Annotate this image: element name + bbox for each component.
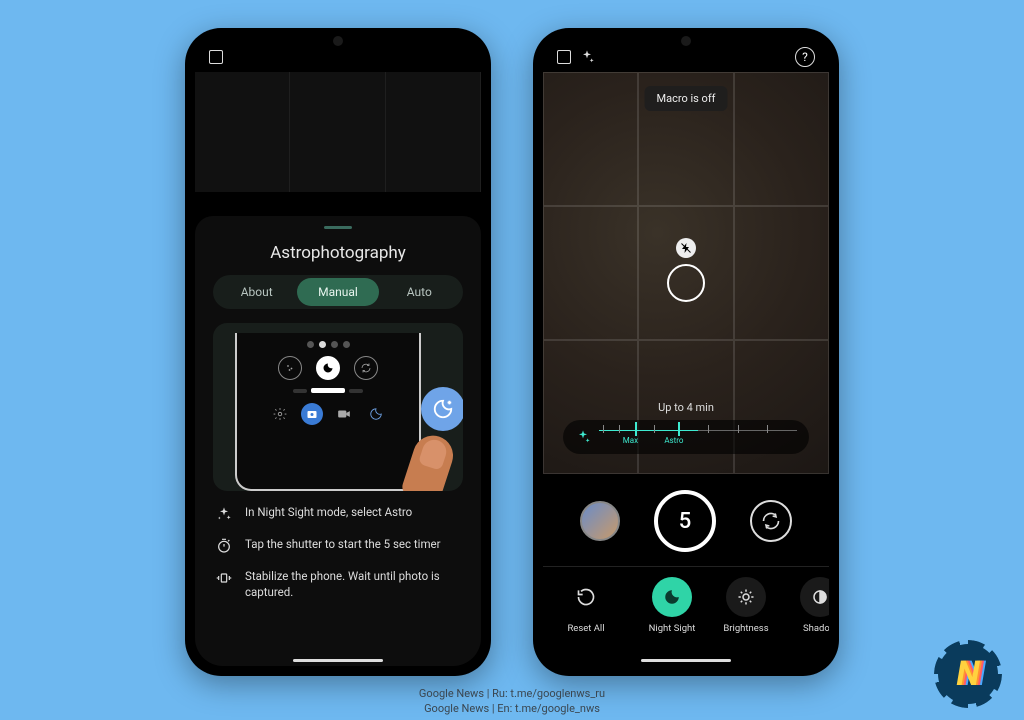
mini-settings-icon xyxy=(269,403,291,425)
mini-stars-icon xyxy=(278,356,302,380)
viewfinder[interactable]: Macro is off Up to 4 min xyxy=(543,72,829,474)
macro-toast: Macro is off xyxy=(645,86,728,111)
sparkle-icon xyxy=(215,505,233,523)
astro-mode-highlight-icon xyxy=(421,387,463,431)
gallery-thumbnail[interactable] xyxy=(580,501,620,541)
status-qr-icon xyxy=(557,50,571,64)
sparkle-icon[interactable] xyxy=(579,49,595,65)
focus-ring xyxy=(667,264,705,302)
step-text: In Night Sight mode, select Astro xyxy=(245,505,412,521)
mini-photo-icon xyxy=(301,403,323,425)
flash-off-icon xyxy=(676,238,696,258)
phone-left: Astrophotography About Manual Auto xyxy=(185,28,491,676)
sheet-title: Astrophotography xyxy=(209,243,467,263)
adjustment-modes: Reset All Night Sight Brightness xyxy=(543,577,829,634)
mini-video-icon xyxy=(333,403,355,425)
mode-brightness[interactable]: Brightness xyxy=(713,577,779,634)
instruction-list: In Night Sight mode, select Astro Tap th… xyxy=(215,505,461,600)
tab-auto[interactable]: Auto xyxy=(379,278,460,306)
stabilize-icon xyxy=(215,569,233,587)
watermark-logo: N xyxy=(938,644,998,704)
phone-right: ? Macro is off Up to 4 min xyxy=(533,28,839,676)
scale-astro-label: Astro xyxy=(664,436,683,445)
timer-icon xyxy=(215,537,233,555)
shutter-button[interactable]: 5 xyxy=(654,490,716,552)
tab-group: About Manual Auto xyxy=(213,275,463,309)
camera-notch xyxy=(681,36,691,46)
tab-about[interactable]: About xyxy=(216,278,297,306)
focus-indicator xyxy=(667,238,705,302)
sheet-grabber[interactable] xyxy=(324,226,352,229)
switch-camera-button[interactable] xyxy=(750,500,792,542)
mini-moon-icon xyxy=(316,356,340,380)
moon-icon xyxy=(652,577,692,617)
viewfinder-preview xyxy=(195,72,481,192)
status-bar: ? xyxy=(557,48,815,66)
reset-icon xyxy=(566,577,606,617)
mini-refresh-icon xyxy=(354,356,378,380)
mini-nightsight-icon xyxy=(365,403,387,425)
help-icon[interactable]: ? xyxy=(795,47,815,67)
shadow-icon xyxy=(800,577,829,617)
step-text: Tap the shutter to start the 5 sec timer xyxy=(245,537,441,553)
step-text: Stabilize the phone. Wait until photo is… xyxy=(245,569,461,600)
mode-night-sight[interactable]: Night Sight xyxy=(639,577,705,634)
home-indicator[interactable] xyxy=(641,659,731,662)
scale-max-label: Max xyxy=(623,436,638,445)
mode-shadow[interactable]: Shadow xyxy=(787,577,829,634)
step-2: Tap the shutter to start the 5 sec timer xyxy=(215,537,461,555)
astro-sheet: Astrophotography About Manual Auto xyxy=(195,216,481,666)
status-bar xyxy=(209,48,467,66)
divider xyxy=(543,566,829,567)
camera-controls: 5 Reset All xyxy=(543,474,829,666)
mode-reset-all[interactable]: Reset All xyxy=(553,577,619,634)
brightness-icon xyxy=(726,577,766,617)
tab-manual[interactable]: Manual xyxy=(297,278,378,306)
step-1: In Night Sight mode, select Astro xyxy=(215,505,461,523)
shutter-countdown: 5 xyxy=(679,509,692,534)
home-indicator[interactable] xyxy=(293,659,383,662)
exposure-time-label: Up to 4 min xyxy=(563,401,809,414)
sparkle-icon xyxy=(575,429,591,445)
camera-notch xyxy=(333,36,343,46)
status-qr-icon xyxy=(209,50,223,64)
step-3: Stabilize the phone. Wait until photo is… xyxy=(215,569,461,600)
tutorial-illustration xyxy=(213,323,463,491)
exposure-slider[interactable]: Max Astro xyxy=(563,420,809,454)
footer-credits: Google News | Ru: t.me/googlenws_ru Goog… xyxy=(0,687,1024,716)
